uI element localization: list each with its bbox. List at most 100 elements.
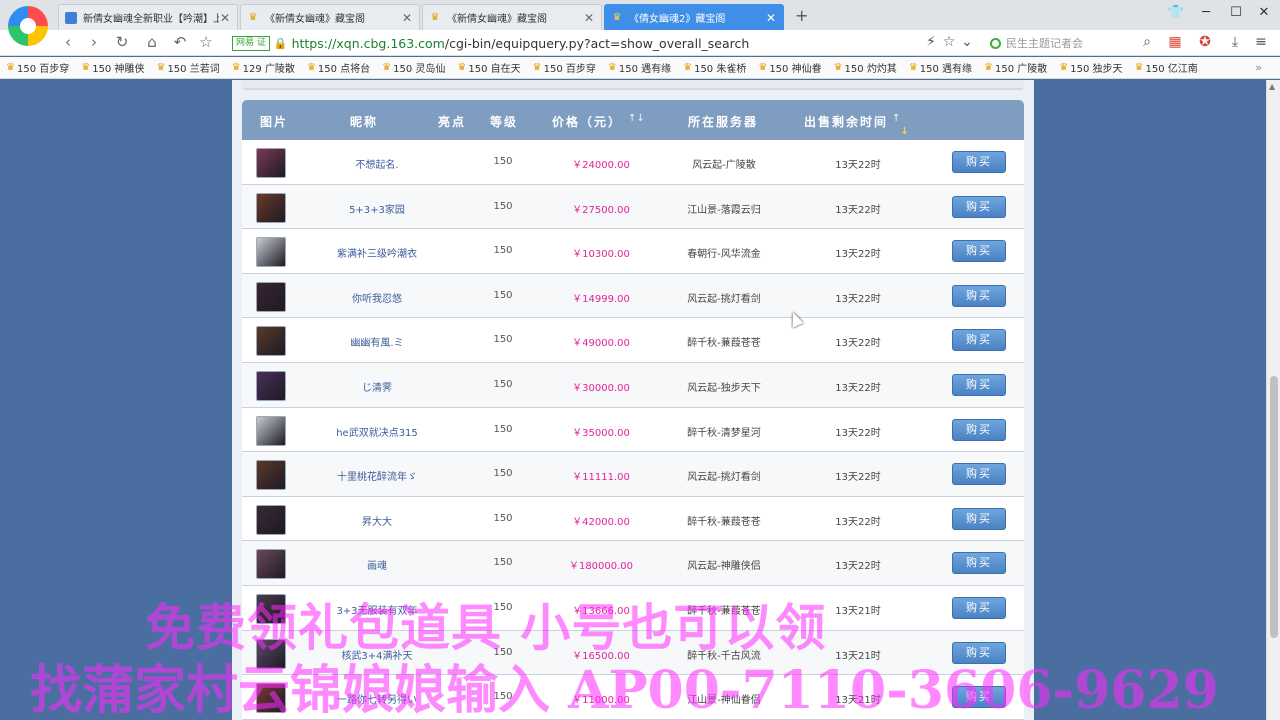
buy-button[interactable]: 购买 [952,686,1006,709]
bookmark-item[interactable]: ♛ 150 遇有缘 [909,60,972,75]
character-name[interactable]: 昇大大 [312,513,442,528]
buy-button[interactable]: 购买 [952,552,1006,575]
bookmark-item[interactable]: ♛ 150 广陵散 [984,60,1047,75]
buy-button[interactable]: 购买 [952,418,1006,441]
character-server: 风云起-广陵散 [692,160,756,171]
maximize-icon[interactable]: ☐ [1226,5,1246,20]
character-name[interactable]: 你听我忍悠 [312,290,442,305]
close-window-icon[interactable]: ✕ [1254,5,1274,20]
character-name[interactable]: 幽幽有風.ミ [312,334,442,349]
url-field[interactable]: 网易 证 🔒 https://xqn.cbg.163.com /cgi-bin/… [232,33,962,53]
character-name[interactable]: 5+3+3家园 [312,201,442,216]
character-name[interactable]: 不想起名. [312,156,442,171]
shirt-icon[interactable]: 👕 [1166,5,1186,20]
bookmark-item[interactable]: ♛ 150 独步天 [1059,60,1122,75]
character-server: 醉千秋-清梦星河 [687,427,761,439]
tab-4-active[interactable]: ♛ 《倩女幽魂2》藏宝阁 ✕ [604,4,784,30]
bookmark-item[interactable]: ♛ 150 灵岛仙 [382,60,445,75]
buy-button[interactable]: 购买 [952,284,1006,307]
close-icon[interactable]: ✕ [583,11,595,25]
bookmark-item[interactable]: ♛ 129 广陵散 [232,60,295,75]
character-avatar[interactable] [256,549,286,580]
apps-icon[interactable]: ▦ [1166,34,1184,52]
star-icon[interactable]: ☆ [196,33,216,51]
time-sort-arrows-icon[interactable]: ↑ ↓ [892,113,909,137]
bookmark-item[interactable]: ♛ 150 点将台 [307,60,370,75]
chevron-down-icon[interactable]: ⌄ [958,34,976,52]
back-icon[interactable]: ‹ [58,33,78,51]
menu-icon[interactable]: ≡ [1252,34,1270,52]
bookmark-item[interactable]: ♛ 150 百步穿 [6,60,69,75]
tab-2[interactable]: ♛ 《新倩女幽魂》藏宝阁 ✕ [240,4,420,30]
bookmark-item[interactable]: ♛ 150 灼灼其 [834,60,897,75]
buy-button[interactable]: 购买 [952,507,1006,530]
tab-1[interactable]: 新倩女幽魂全新职业【吟潮】上 ✕ [58,4,238,30]
close-icon[interactable]: ✕ [765,11,777,25]
buy-button[interactable]: 购买 [952,329,1006,352]
bookmark-item[interactable]: ♛ 150 亿江南 [1135,60,1198,75]
character-avatar[interactable] [256,326,286,357]
home-icon[interactable]: ⌂ [142,33,162,51]
header-level[interactable]: 等级 [490,113,518,130]
buy-button[interactable]: 购买 [952,151,1006,173]
header-time[interactable]: 出售剩余时间 [804,113,888,130]
search-icon[interactable]: ⌕ [1138,34,1156,52]
scroll-up-icon[interactable]: ▲ [1269,82,1275,91]
character-name[interactable]: 3+3无服装有双年 [312,602,442,617]
character-avatar[interactable] [256,148,286,178]
bookmark-item[interactable]: ♛ 150 神仙眷 [758,60,821,75]
character-name[interactable]: 核武3+4满补天 [312,647,442,662]
lightning-icon[interactable]: ⚡ [922,34,940,52]
reload-icon[interactable]: ↻ [112,33,132,51]
character-avatar[interactable] [256,504,286,535]
bookmark-item[interactable]: ♛ 150 神雕侠 [81,60,144,75]
buy-button[interactable]: 购买 [952,463,1006,486]
buy-button[interactable]: 购买 [952,240,1006,263]
undo-icon[interactable]: ↶ [170,33,190,51]
new-tab-button[interactable]: + [795,6,808,25]
bookmark-item[interactable]: ♛ 150 朱雀桥 [683,60,746,75]
browser-logo-icon[interactable] [8,6,48,46]
character-avatar[interactable] [256,192,286,223]
character-name[interactable]: 十里桃花醉流年ゞ [312,468,442,483]
character-avatar[interactable] [256,460,286,491]
crown-icon: ♛ [430,12,440,23]
buy-button[interactable]: 购买 [952,596,1006,619]
page-scrollbar[interactable]: ▲ [1266,80,1280,720]
character-level: 150 [493,378,513,390]
character-name[interactable]: he武双就决点315 [312,424,442,439]
search-input[interactable]: 民生主题记者会 [990,33,1155,53]
game-icon[interactable]: ✪ [1196,34,1214,52]
character-name[interactable]: じ清霁 [312,379,442,394]
character-avatar[interactable] [256,683,286,714]
table-row: 核武3+4满补天 150 ￥16500.00 醉千秋-千古风流 13天21时 购买 [242,630,1024,676]
buy-button[interactable]: 购买 [952,641,1006,664]
forward-icon[interactable]: › [84,33,104,51]
minimize-icon[interactable]: ─ [1196,5,1216,20]
bookmark-item[interactable]: ♛ 150 兰若词 [156,60,219,75]
character-avatar[interactable] [256,370,286,401]
character-avatar[interactable] [256,415,286,446]
character-avatar[interactable] [256,638,286,669]
character-avatar[interactable] [256,593,286,624]
buy-button[interactable]: 购买 [952,373,1006,396]
close-icon[interactable]: ✕ [401,11,413,25]
close-icon[interactable]: ✕ [219,11,231,25]
character-name[interactable]: 一路你七转另得い [312,691,442,706]
character-avatar[interactable] [256,237,286,268]
download-icon[interactable]: ⤓ [1226,34,1244,52]
character-name[interactable]: 画魂 [312,557,442,572]
bookmarks-more-icon[interactable]: » [1255,61,1262,74]
price-sort-arrows-icon[interactable]: ↑↓ [628,113,645,124]
character-name[interactable]: 紫满补三级吟潮衣 [312,245,442,260]
header-points: 亮点 [438,115,467,129]
bookmark-item[interactable]: ♛ 150 自在天 [457,60,520,75]
bookmark-item[interactable]: ♛ 150 百步穿 [533,60,596,75]
scroll-thumb[interactable] [1270,376,1278,638]
buy-button[interactable]: 购买 [952,195,1006,218]
character-avatar[interactable] [256,281,286,312]
bookmark-star-icon[interactable]: ☆ [940,34,958,52]
bookmark-item[interactable]: ♛ 150 遇有缘 [608,60,671,75]
header-price[interactable]: 价格（元） [552,113,622,130]
tab-3[interactable]: ♛ 《新倩女幽魂》藏宝阁 ✕ [422,4,602,30]
